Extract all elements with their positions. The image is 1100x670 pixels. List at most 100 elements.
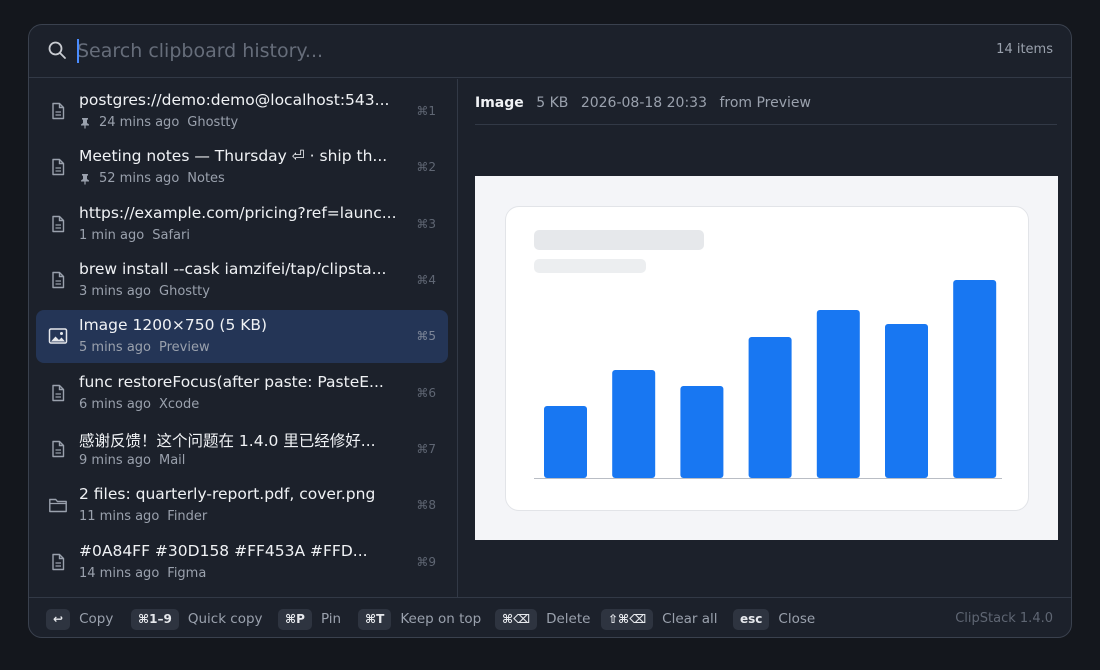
hint-label: Close xyxy=(778,611,816,627)
hint-copy: ↩ Copy xyxy=(46,608,113,630)
chart-bar xyxy=(680,386,724,478)
key-cmd-1-9: ⌘1–9 xyxy=(131,608,179,630)
key-return: ↩ xyxy=(46,608,71,630)
document-icon xyxy=(52,215,65,233)
item-meta: 24 mins ago Ghostty xyxy=(79,115,238,130)
item-shortcut: ⌘6 xyxy=(416,386,436,400)
text-caret xyxy=(77,39,79,63)
item-app: Ghostty xyxy=(159,284,210,299)
preview-image xyxy=(475,176,1058,540)
clipboard-panel: 14 items postgres://demo:demo@localhost:… xyxy=(28,24,1072,638)
document-icon xyxy=(52,158,65,176)
list-item[interactable]: brew install --cask iamzifei/tap/clipsta… xyxy=(36,254,448,307)
item-shortcut: ⌘2 xyxy=(416,160,436,174)
item-title: brew install --cask iamzifei/tap/clipsta… xyxy=(79,260,387,278)
item-app: Ghostty xyxy=(187,115,239,130)
item-title: postgres://demo:demo@localhost:543... xyxy=(79,91,390,109)
image-card xyxy=(505,206,1029,511)
image-icon xyxy=(48,328,68,344)
item-count: 14 items xyxy=(996,42,1053,57)
hint-close: esc Close xyxy=(733,608,815,630)
item-title: Meeting notes — Thursday ⏎ · ship th... xyxy=(79,147,388,165)
bar-chart xyxy=(534,280,1002,479)
pin-icon xyxy=(81,173,89,185)
item-title: Image 1200×750 (5 KB) xyxy=(79,316,268,334)
hint-label: Quick copy xyxy=(187,611,263,627)
hint-delete: ⌘⌫ Delete xyxy=(495,608,590,630)
document-icon xyxy=(52,440,65,458)
key-cmd-t: ⌘T xyxy=(358,608,392,630)
preview-source: from Preview xyxy=(719,95,811,111)
chart-bar xyxy=(953,280,997,478)
chart-bar xyxy=(748,337,792,478)
item-title: https://example.com/pricing?ref=launc... xyxy=(79,204,397,222)
item-shortcut: ⌘8 xyxy=(416,498,436,512)
document-icon xyxy=(52,384,65,402)
item-shortcut: ⌘9 xyxy=(416,555,436,569)
app-version: ClipStack 1.4.0 xyxy=(955,611,1053,626)
item-shortcut: ⌘3 xyxy=(416,217,436,231)
item-meta: 52 mins ago Notes xyxy=(79,171,225,186)
preview-size: 5 KB xyxy=(536,95,569,111)
item-meta: 11 mins ago Finder xyxy=(79,509,207,524)
list-item[interactable]: https://example.com/pricing?ref=launc...… xyxy=(36,198,448,251)
search-input[interactable] xyxy=(77,35,937,67)
item-time: 5 mins ago xyxy=(79,340,151,355)
hint-clear-all: ⇧⌘⌫ Clear all xyxy=(601,608,718,630)
clipboard-list: postgres://demo:demo@localhost:543... 24… xyxy=(29,79,458,597)
key-cmd-p: ⌘P xyxy=(278,608,312,630)
item-app: Finder xyxy=(167,509,208,524)
hint-label: Delete xyxy=(546,611,591,627)
key-esc: esc xyxy=(733,608,770,630)
pin-icon xyxy=(81,117,89,129)
list-item[interactable]: Meeting notes — Thursday ⏎ · ship th... … xyxy=(36,141,448,194)
list-item[interactable]: func restoreFocus(after paste: PasteE...… xyxy=(36,367,448,420)
hint-keep-on-top: ⌘T Keep on top xyxy=(358,608,481,630)
list-item-selected[interactable]: Image 1200×750 (5 KB) 5 mins ago Preview… xyxy=(36,310,448,363)
item-app: Preview xyxy=(159,340,210,355)
item-app: Xcode xyxy=(159,397,200,412)
item-title: 感谢反馈！这个问题在 1.4.0 里已经修好... xyxy=(79,432,376,450)
chart-bar xyxy=(544,406,587,478)
item-time: 52 mins ago xyxy=(99,171,180,186)
item-meta: 6 mins ago Xcode xyxy=(79,397,199,412)
hint-label: Keep on top xyxy=(400,611,482,627)
list-item[interactable]: 感谢反馈！这个问题在 1.4.0 里已经修好... 9 mins ago Mai… xyxy=(36,423,448,476)
list-item[interactable]: #0A84FF #30D158 #FF453A #FFD... 14 mins … xyxy=(36,536,448,589)
item-time: 24 mins ago xyxy=(99,115,180,130)
item-time: 11 mins ago xyxy=(79,509,160,524)
item-time: 1 min ago xyxy=(79,228,145,243)
item-time: 9 mins ago xyxy=(79,453,151,468)
preview-header: Image 5 KB 2026-08-18 20:33 from Preview xyxy=(475,95,1057,125)
preview-pane: Image 5 KB 2026-08-18 20:33 from Preview xyxy=(459,79,1071,597)
list-item[interactable]: 2 files: quarterly-report.pdf, cover.png… xyxy=(36,479,448,532)
hint-pin: ⌘P Pin xyxy=(278,608,341,630)
hint-label: Clear all xyxy=(662,611,718,627)
item-meta: 1 min ago Safari xyxy=(79,228,190,243)
item-shortcut: ⌘1 xyxy=(416,104,436,118)
preview-kind: Image xyxy=(475,95,524,111)
item-meta: 14 mins ago Figma xyxy=(79,566,206,581)
item-shortcut: ⌘4 xyxy=(416,273,436,287)
item-title: 2 files: quarterly-report.pdf, cover.png xyxy=(79,485,376,503)
key-shift-cmd-delete: ⇧⌘⌫ xyxy=(601,608,654,630)
key-cmd-delete: ⌘⌫ xyxy=(495,608,538,630)
item-shortcut: ⌘5 xyxy=(416,329,436,343)
item-app: Mail xyxy=(159,453,186,468)
item-app: Figma xyxy=(167,566,207,581)
search-icon xyxy=(48,41,66,59)
search-bar: 14 items xyxy=(29,25,1071,78)
item-meta: 5 mins ago Preview xyxy=(79,340,210,355)
item-time: 14 mins ago xyxy=(79,566,160,581)
item-shortcut: ⌘7 xyxy=(416,442,436,456)
footer-bar: ↩ Copy ⌘1–9 Quick copy ⌘P Pin ⌘T Keep on… xyxy=(29,597,1071,637)
hint-quick-copy: ⌘1–9 Quick copy xyxy=(131,608,263,630)
hint-label: Copy xyxy=(79,611,114,627)
item-meta: 9 mins ago Mail xyxy=(79,453,185,468)
list-item[interactable]: postgres://demo:demo@localhost:543... 24… xyxy=(36,85,448,138)
item-meta: 3 mins ago Ghostty xyxy=(79,284,210,299)
item-time: 3 mins ago xyxy=(79,284,151,299)
chart-bar xyxy=(885,324,928,478)
hint-label: Pin xyxy=(320,611,342,627)
item-app: Safari xyxy=(152,228,190,243)
